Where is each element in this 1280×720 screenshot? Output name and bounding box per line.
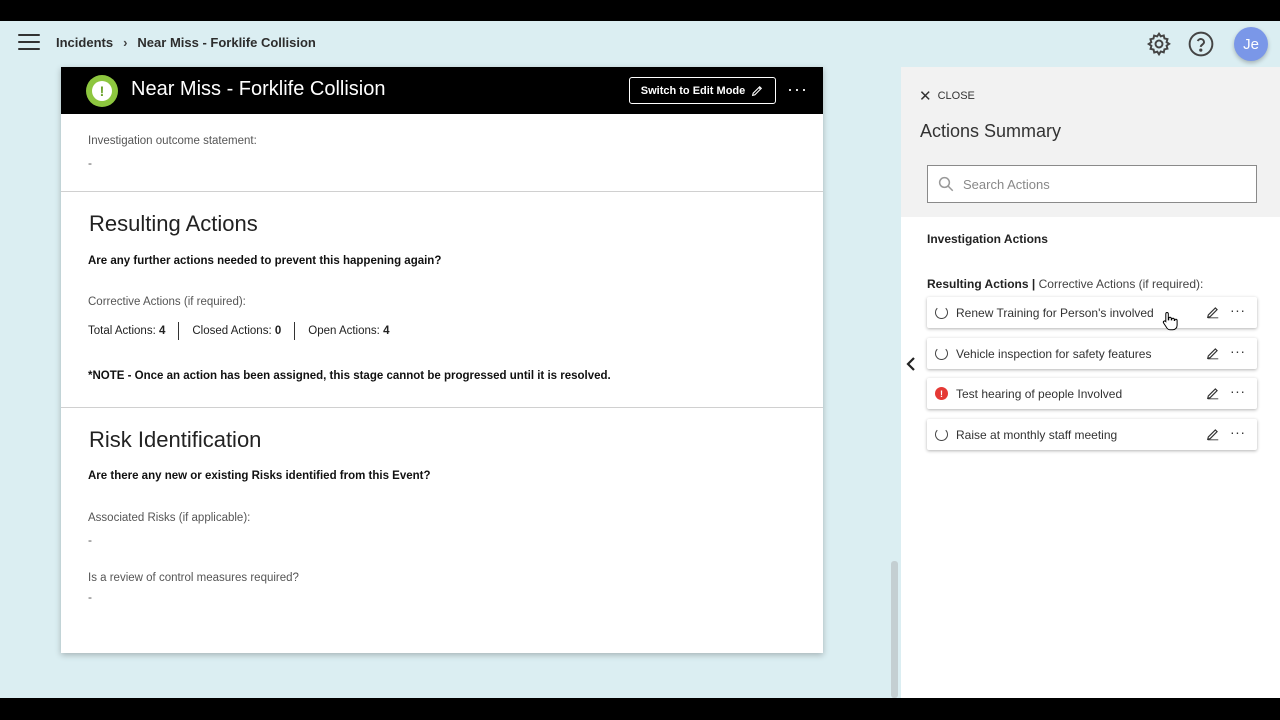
close-icon: ✕ bbox=[919, 88, 932, 105]
search-box bbox=[927, 165, 1257, 203]
close-label: CLOSE bbox=[937, 90, 975, 102]
spinner-icon bbox=[935, 346, 948, 360]
chevron-right-icon: › bbox=[123, 35, 128, 50]
exclamation-icon: ! bbox=[86, 75, 118, 107]
top-bar: Incidents › Near Miss - Forklife Collisi… bbox=[0, 21, 1280, 67]
panel-title: Actions Summary bbox=[920, 121, 1062, 141]
action-item[interactable]: Vehicle inspection for safety features ·… bbox=[927, 337, 1257, 369]
action-item[interactable]: ! Test hearing of people Involved ··· bbox=[927, 378, 1257, 409]
corrective-actions-label: Corrective Actions (if required): bbox=[88, 296, 246, 308]
outcome-value: - bbox=[88, 156, 92, 170]
action-label: Vehicle inspection for safety features bbox=[956, 346, 1152, 361]
pencil-icon[interactable] bbox=[1206, 386, 1220, 400]
outcome-label: Investigation outcome statement: bbox=[88, 135, 257, 147]
card-title: Near Miss - Forklife Collision bbox=[131, 78, 386, 100]
total-actions: Total Actions: 4 bbox=[88, 325, 166, 337]
action-label: Test hearing of people Involved bbox=[956, 387, 1123, 401]
action-list: Renew Training for Person's involved ···… bbox=[927, 297, 1257, 459]
breadcrumb-root[interactable]: Incidents bbox=[56, 35, 113, 50]
associated-risks-value: - bbox=[88, 533, 92, 547]
associated-risks-label: Associated Risks (if applicable): bbox=[88, 512, 251, 524]
actions-summary-panel: ✕ CLOSE Actions Summary Investigation Ac… bbox=[901, 67, 1280, 698]
more-icon[interactable]: ··· bbox=[787, 79, 808, 100]
risk-question: Are there any new or existing Risks iden… bbox=[88, 470, 431, 482]
resulting-actions-section: Resulting Actions Are any further action… bbox=[61, 192, 823, 408]
more-icon[interactable]: ··· bbox=[1230, 383, 1246, 399]
action-item[interactable]: Raise at monthly staff meeting ··· bbox=[927, 418, 1257, 450]
chevron-left-icon[interactable] bbox=[904, 354, 918, 374]
action-label: Renew Training for Person's involved bbox=[956, 306, 1154, 320]
closed-actions: Closed Actions: 0 bbox=[178, 322, 294, 340]
more-icon[interactable]: ··· bbox=[1230, 343, 1246, 359]
breadcrumb-current: Near Miss - Forklife Collision bbox=[137, 35, 316, 50]
control-review-value: - bbox=[88, 590, 92, 604]
switch-edit-mode-button[interactable]: Switch to Edit Mode bbox=[629, 77, 776, 104]
control-review-label: Is a review of control measures required… bbox=[88, 572, 299, 584]
avatar[interactable]: Je bbox=[1234, 27, 1268, 61]
spinner-icon bbox=[935, 427, 948, 441]
edit-mode-label: Switch to Edit Mode bbox=[640, 84, 746, 97]
open-actions: Open Actions: 4 bbox=[294, 322, 402, 340]
app-window: Incidents › Near Miss - Forklife Collisi… bbox=[0, 21, 1280, 698]
pencil-icon[interactable] bbox=[1206, 305, 1220, 319]
hamburger-icon[interactable] bbox=[18, 34, 40, 52]
help-icon[interactable] bbox=[1188, 31, 1214, 57]
resolution-note: *NOTE - Once an action has been assigned… bbox=[88, 370, 611, 382]
action-counts: Total Actions: 4 Closed Actions: 0 Open … bbox=[88, 322, 402, 340]
panel-header: ✕ CLOSE Actions Summary bbox=[901, 67, 1280, 217]
gear-icon[interactable] bbox=[1146, 31, 1172, 57]
more-icon[interactable]: ··· bbox=[1230, 302, 1246, 318]
search-input[interactable] bbox=[963, 176, 1223, 192]
hand-cursor-icon bbox=[1162, 311, 1178, 331]
scrollbar-thumb[interactable] bbox=[891, 561, 898, 698]
resulting-actions-heading: Resulting Actions | Corrective Actions (… bbox=[927, 277, 1204, 291]
warning-icon: ! bbox=[935, 387, 948, 400]
breadcrumb: Incidents › Near Miss - Forklife Collisi… bbox=[56, 35, 316, 50]
resulting-actions-title: Resulting Actions bbox=[89, 211, 258, 236]
pencil-icon bbox=[752, 85, 763, 97]
spinner-icon bbox=[935, 306, 948, 319]
outcome-section: Investigation outcome statement: - bbox=[61, 114, 823, 192]
incident-card: ! Near Miss - Forklife Collision Switch … bbox=[61, 67, 823, 653]
action-item[interactable]: Renew Training for Person's involved ··· bbox=[927, 297, 1257, 328]
more-icon[interactable]: ··· bbox=[1230, 424, 1246, 440]
risk-title: Risk Identification bbox=[89, 427, 262, 452]
close-button[interactable]: ✕ CLOSE bbox=[919, 87, 975, 105]
pencil-icon[interactable] bbox=[1206, 346, 1220, 360]
pencil-icon[interactable] bbox=[1206, 427, 1220, 441]
action-label: Raise at monthly staff meeting bbox=[956, 427, 1118, 442]
card-header: ! Near Miss - Forklife Collision Switch … bbox=[61, 67, 823, 114]
resulting-actions-question: Are any further actions needed to preven… bbox=[88, 255, 442, 267]
investigation-actions-heading: Investigation Actions bbox=[927, 232, 1048, 246]
search-icon bbox=[938, 176, 954, 192]
